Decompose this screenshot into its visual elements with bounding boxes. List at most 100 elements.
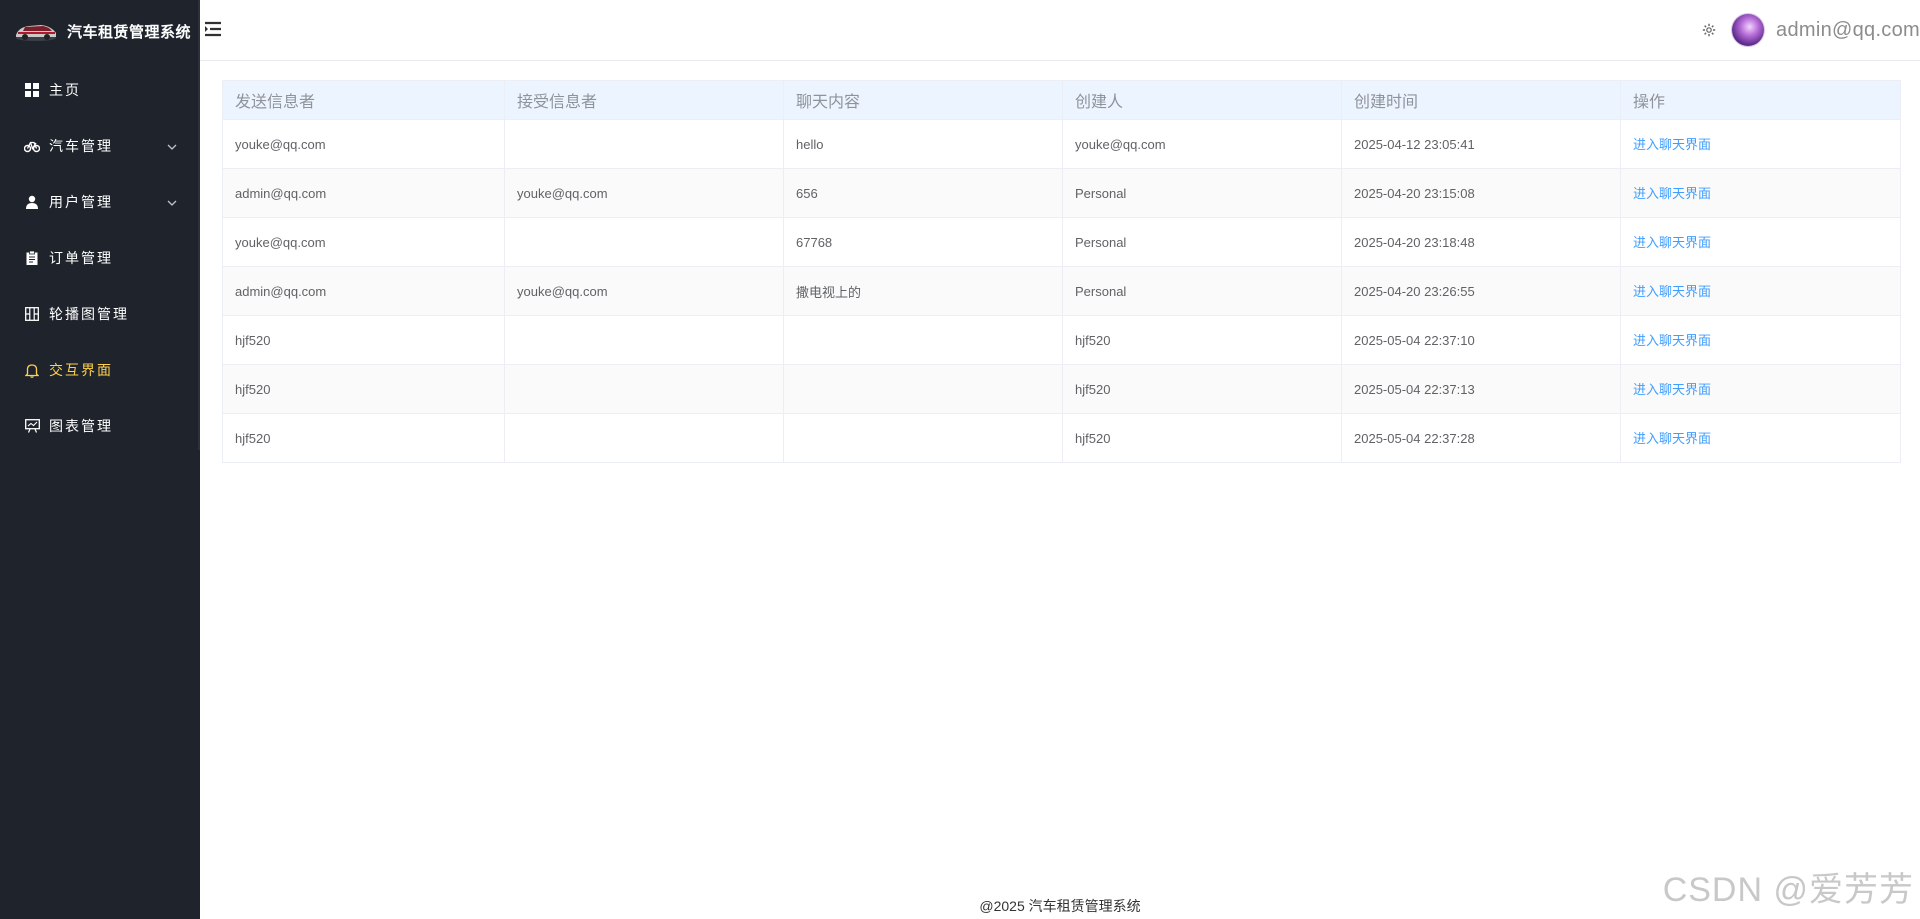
cell-creator: hjf520 [1062,364,1342,414]
cell-created-time: 2025-05-04 22:37:28 [1341,413,1621,463]
cell-content: 656 [783,168,1063,218]
table-row: hjf520 hjf520 2025-05-04 22:37:13 进入聊天界面 [222,364,1901,414]
brand[interactable]: 汽车租赁管理系统 [0,0,200,62]
cell-creator: Personal [1062,168,1342,218]
cell-sender: admin@qq.com [222,266,505,316]
sidebar-item-label: 用户管理 [49,194,113,210]
enter-chat-link[interactable]: 进入聊天界面 [1633,183,1711,202]
cell-sender: hjf520 [222,315,505,365]
cell-creator: youke@qq.com [1062,119,1342,169]
sidebar-item-order-management[interactable]: 订单管理 [0,230,200,286]
chevron-down-icon [166,140,178,152]
column-header-sender: 发送信息者 [222,80,505,120]
cell-action: 进入聊天界面 [1620,266,1901,316]
sidebar-item-interaction[interactable]: 交互界面 [0,342,200,398]
cell-content [783,413,1063,463]
cell-creator: Personal [1062,217,1342,267]
column-header-created-time: 创建时间 [1341,80,1621,120]
sidebar-item-label: 主页 [49,82,81,98]
cell-sender: hjf520 [222,364,505,414]
table-row: hjf520 hjf520 2025-05-04 22:37:28 进入聊天界面 [222,413,1901,463]
cell-created-time: 2025-04-20 23:15:08 [1341,168,1621,218]
cell-created-time: 2025-04-20 23:18:48 [1341,217,1621,267]
avatar[interactable] [1732,14,1765,46]
sidebar-item-home[interactable]: 主页 [0,62,200,118]
sidebar-item-label: 订单管理 [49,250,113,266]
sidebar: 汽车租赁管理系统 主页 汽车管理 用户管理 订单管理 轮播图管理 交互界面 图表… [0,0,200,919]
cell-receiver [504,315,784,365]
cell-created-time: 2025-04-12 23:05:41 [1341,119,1621,169]
cell-sender: youke@qq.com [222,217,505,267]
cell-sender: youke@qq.com [222,119,505,169]
cell-content: hello [783,119,1063,169]
menu-toggle-icon[interactable] [204,20,222,38]
table-row: youke@qq.com hello youke@qq.com 2025-04-… [222,119,1901,169]
enter-chat-link[interactable]: 进入聊天界面 [1633,232,1711,251]
cell-receiver [504,119,784,169]
car-logo-icon [13,18,59,44]
table-header-row: 发送信息者 接受信息者 聊天内容 创建人 创建时间 操作 [222,80,1901,120]
watermark: CSDN @爱芳芳 [1662,871,1914,909]
column-header-creator: 创建人 [1062,80,1342,120]
cell-creator: Personal [1062,266,1342,316]
message-table: 发送信息者 接受信息者 聊天内容 创建人 创建时间 操作 youke@qq.co… [222,80,1901,463]
enter-chat-link[interactable]: 进入聊天界面 [1633,134,1711,153]
column-header-content: 聊天内容 [783,80,1063,120]
user-icon [24,194,40,210]
cell-sender: admin@qq.com [222,168,505,218]
sidebar-item-label: 汽车管理 [49,138,113,154]
cell-action: 进入聊天界面 [1620,119,1901,169]
grid-icon [24,82,40,98]
enter-chat-link[interactable]: 进入聊天界面 [1633,379,1711,398]
presentation-chart-icon [24,418,40,434]
sidebar-item-label: 图表管理 [49,418,113,434]
cell-content [783,364,1063,414]
cell-created-time: 2025-05-04 22:37:13 [1341,364,1621,414]
table-row: youke@qq.com 67768 Personal 2025-04-20 2… [222,217,1901,267]
cell-receiver [504,364,784,414]
cell-action: 进入聊天界面 [1620,364,1901,414]
cell-action: 进入聊天界面 [1620,168,1901,218]
sidebar-menu: 主页 汽车管理 用户管理 订单管理 轮播图管理 交互界面 图表管理 [0,62,200,454]
cell-receiver [504,217,784,267]
cell-content: 撒电视上的 [783,266,1063,316]
clipboard-icon [24,250,40,266]
sidebar-item-user-management[interactable]: 用户管理 [0,174,200,230]
top-header: admin@qq.com [200,0,1920,61]
sidebar-item-label: 轮播图管理 [49,306,129,322]
table-row: admin@qq.com youke@qq.com 撒电视上的 Personal… [222,266,1901,316]
gear-icon[interactable] [1702,23,1716,37]
cell-action: 进入聊天界面 [1620,315,1901,365]
column-header-receiver: 接受信息者 [504,80,784,120]
enter-chat-link[interactable]: 进入聊天界面 [1633,281,1711,300]
table-row: hjf520 hjf520 2025-05-04 22:37:10 进入聊天界面 [222,315,1901,365]
cell-receiver: youke@qq.com [504,168,784,218]
cell-content: 67768 [783,217,1063,267]
sidebar-item-carousel-management[interactable]: 轮播图管理 [0,286,200,342]
chevron-down-icon [166,196,178,208]
main-content: 发送信息者 接受信息者 聊天内容 创建人 创建时间 操作 youke@qq.co… [222,80,1901,463]
cell-action: 进入聊天界面 [1620,413,1901,463]
cell-content [783,315,1063,365]
table-row: admin@qq.com youke@qq.com 656 Personal 2… [222,168,1901,218]
cell-action: 进入聊天界面 [1620,217,1901,267]
username[interactable]: admin@qq.com [1776,19,1920,42]
cell-receiver [504,413,784,463]
enter-chat-link[interactable]: 进入聊天界面 [1633,330,1711,349]
carousel-icon [24,306,40,322]
cell-sender: hjf520 [222,413,505,463]
cell-receiver: youke@qq.com [504,266,784,316]
cell-created-time: 2025-05-04 22:37:10 [1341,315,1621,365]
bicycle-icon [24,138,40,154]
cell-creator: hjf520 [1062,315,1342,365]
sidebar-item-chart-management[interactable]: 图表管理 [0,398,200,454]
enter-chat-link[interactable]: 进入聊天界面 [1633,428,1711,447]
app-title: 汽车租赁管理系统 [67,23,192,41]
column-header-action: 操作 [1620,80,1901,120]
sidebar-item-car-management[interactable]: 汽车管理 [0,118,200,174]
app-root: 汽车租赁管理系统 主页 汽车管理 用户管理 订单管理 轮播图管理 交互界面 图表… [0,0,1920,919]
bell-icon [24,362,40,378]
cell-creator: hjf520 [1062,413,1342,463]
sidebar-item-label: 交互界面 [49,362,113,378]
cell-created-time: 2025-04-20 23:26:55 [1341,266,1621,316]
